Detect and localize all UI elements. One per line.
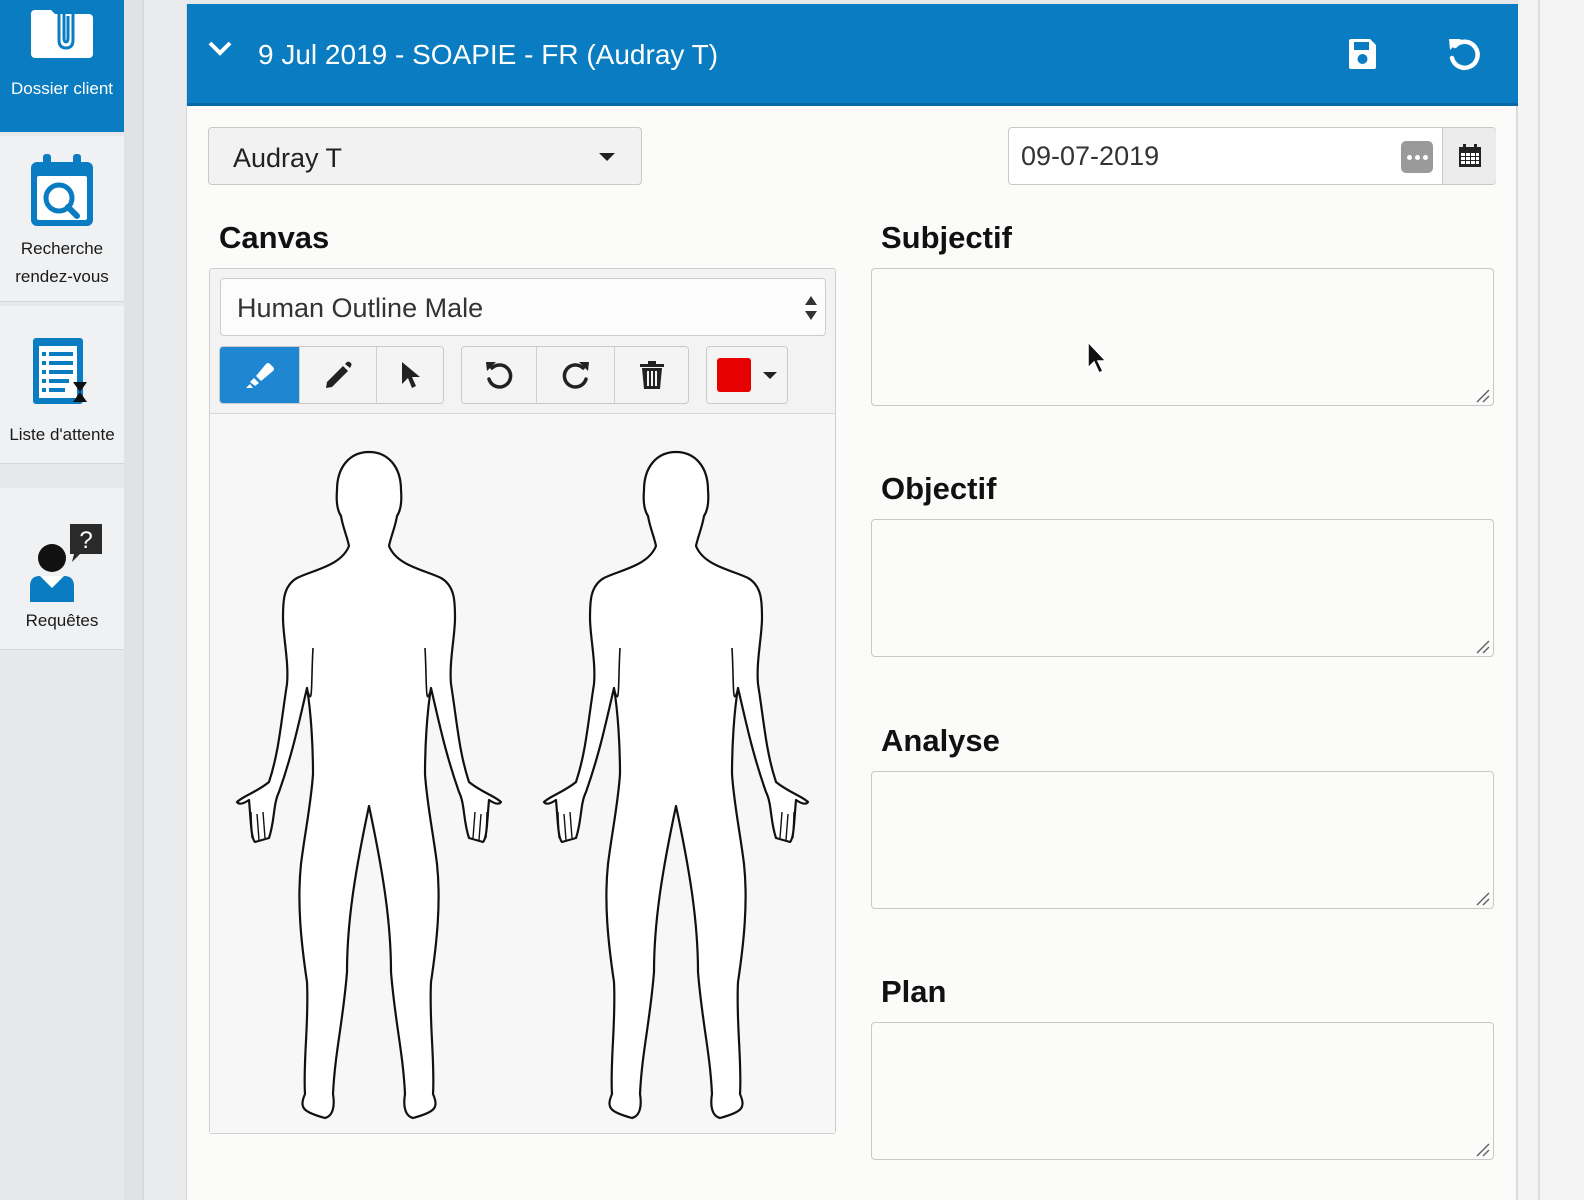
sidebar: Dossier client Recherche rendez-vous Lis…: [0, 0, 137, 1200]
analyse-textarea[interactable]: [871, 771, 1494, 909]
template-select[interactable]: Human Outline Male: [220, 278, 826, 336]
template-select-value: Human Outline Male: [237, 293, 484, 323]
select-tool-button[interactable]: [377, 347, 443, 403]
redo-icon: [562, 362, 589, 389]
sidebar-item-label: Requêtes: [25, 611, 99, 630]
plan-textarea[interactable]: [871, 1022, 1494, 1160]
sidebar-item-recherche-rendez-vous[interactable]: Recherche rendez-vous: [0, 136, 124, 302]
waiting-list-icon: [0, 338, 124, 406]
sidebar-item-label: Dossier client: [10, 79, 114, 98]
clear-button[interactable]: [615, 347, 688, 403]
sidebar-item-label: rendez-vous: [15, 267, 109, 286]
chevron-down-icon: [599, 153, 615, 161]
more-options-icon[interactable]: [1401, 141, 1433, 173]
resize-grip-icon[interactable]: [1474, 1141, 1490, 1157]
select-arrows-icon: [805, 296, 817, 320]
undo-icon: [1449, 39, 1480, 70]
analyse-title: Analyse: [881, 723, 1000, 758]
highlighter-button[interactable]: [220, 347, 300, 403]
soapie-note-panel: 9 Jul 2019 - SOAPIE - FR (Audray T) Audr…: [186, 4, 1518, 1200]
save-button[interactable]: [1347, 38, 1377, 75]
trash-icon: [639, 361, 664, 389]
sidebar-item-dossier-client[interactable]: Dossier client: [0, 0, 124, 132]
objectif-title: Objectif: [881, 471, 997, 506]
pointer-icon: [402, 362, 420, 388]
sidebar-item-requetes[interactable]: ? Requêtes: [0, 488, 124, 650]
clipboard-folder-icon: [0, 4, 124, 60]
history-group: [461, 346, 689, 404]
canvas-title: Canvas: [219, 220, 330, 255]
highlighter-icon: [245, 363, 274, 388]
collapse-chevron-icon[interactable]: [207, 40, 233, 63]
subjectif-title: Subjectif: [881, 220, 1012, 255]
pencil-icon: [326, 361, 352, 388]
draw-mode-group: [219, 346, 444, 404]
date-field-group: [1008, 127, 1496, 185]
resize-grip-icon[interactable]: [1474, 387, 1490, 403]
date-input[interactable]: [1009, 128, 1443, 184]
resize-grip-icon[interactable]: [1474, 638, 1490, 654]
svg-text:?: ?: [79, 527, 92, 554]
support-request-icon: ?: [0, 522, 124, 602]
drawing-canvas[interactable]: [210, 414, 835, 1133]
sidebar-gutter: [124, 0, 186, 1200]
calendar-icon: [1458, 144, 1481, 167]
reset-button[interactable]: [1447, 36, 1481, 77]
color-picker[interactable]: [706, 346, 788, 404]
undo-button[interactable]: [462, 347, 537, 403]
canvas-box: Human Outline Male: [209, 268, 836, 1134]
redo-button[interactable]: [537, 347, 615, 403]
sidebar-item-label: Liste d'attente: [9, 425, 115, 444]
chevron-down-icon: [763, 371, 777, 379]
floppy-disk-icon: [1349, 39, 1376, 69]
resize-grip-icon[interactable]: [1474, 890, 1490, 906]
objectif-textarea[interactable]: [871, 519, 1494, 657]
calendar-search-icon: [0, 154, 124, 228]
note-title: 9 Jul 2019 - SOAPIE - FR (Audray T): [258, 39, 719, 70]
sidebar-item-label: Recherche: [20, 239, 104, 258]
human-outline-image: [235, 450, 810, 1120]
mouse-cursor-icon: [1087, 340, 1108, 375]
user-select[interactable]: Audray T: [208, 127, 642, 185]
calendar-button[interactable]: [1442, 128, 1496, 184]
plan-title: Plan: [881, 974, 947, 1009]
user-select-value: Audray T: [233, 143, 343, 173]
sidebar-item-liste-attente[interactable]: Liste d'attente: [0, 306, 124, 464]
undo-icon: [486, 362, 513, 389]
right-scroll-strip: [1517, 0, 1584, 1200]
panel-header: 9 Jul 2019 - SOAPIE - FR (Audray T): [187, 4, 1518, 106]
subjectif-textarea[interactable]: [871, 268, 1494, 406]
color-swatch: [717, 358, 751, 392]
color-picker-button[interactable]: [707, 347, 787, 403]
pencil-button[interactable]: [300, 347, 377, 403]
